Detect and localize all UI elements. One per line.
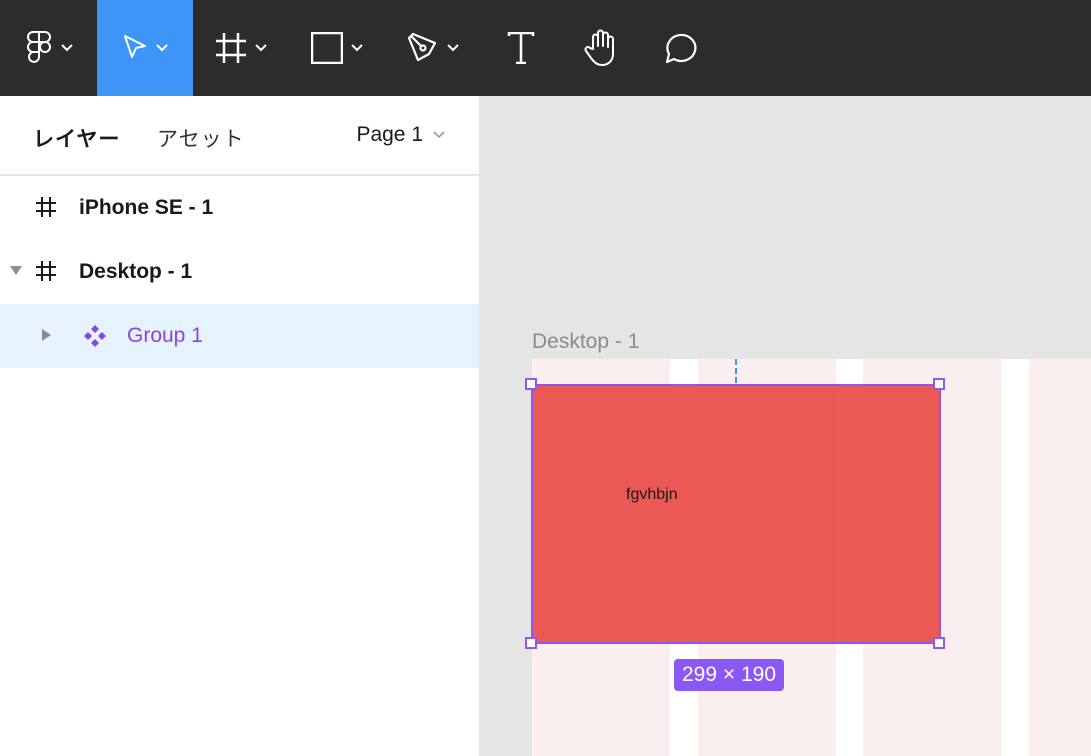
layer-row-iphone-se[interactable]: iPhone SE - 1 xyxy=(0,176,479,240)
move-cursor-icon xyxy=(124,35,146,58)
layer-name: iPhone SE - 1 xyxy=(79,196,214,219)
rectangle-tool-button[interactable] xyxy=(289,0,385,96)
layout-grid-column xyxy=(1029,359,1091,756)
hand-icon xyxy=(584,29,614,66)
comment-tool-button[interactable] xyxy=(641,0,721,96)
tab-assets[interactable]: アセット xyxy=(157,123,245,153)
caret-right-icon[interactable] xyxy=(42,329,51,341)
layers-panel: レイヤー アセット Page 1 iPhone SE - 1 Desktop -… xyxy=(0,96,479,756)
toolbar xyxy=(0,0,1091,96)
size-badge: 299 × 190 xyxy=(674,659,785,691)
text-icon xyxy=(507,32,535,64)
frame-label[interactable]: Desktop - 1 xyxy=(532,330,639,354)
layer-row-group[interactable]: Group 1 xyxy=(0,304,479,368)
comment-icon xyxy=(665,33,697,64)
chevron-down-icon xyxy=(351,44,363,52)
text-tool-button[interactable] xyxy=(481,0,561,96)
component-icon xyxy=(84,325,106,347)
caret-down-icon[interactable] xyxy=(10,266,22,275)
canvas[interactable]: Desktop - 1 fgvhbjn 299 × 190 xyxy=(479,96,1091,756)
resize-handle-bottom-right[interactable] xyxy=(933,637,945,649)
rectangle-text[interactable]: fgvhbjn xyxy=(626,486,678,504)
pen-icon xyxy=(407,32,437,62)
chevron-down-icon xyxy=(255,44,267,52)
resize-handle-bottom-left[interactable] xyxy=(525,637,537,649)
spacing-guide xyxy=(735,359,737,383)
resize-handle-top-left[interactable] xyxy=(525,378,537,390)
chevron-down-icon xyxy=(433,131,445,139)
page-name: Page 1 xyxy=(356,123,423,146)
selected-rectangle[interactable]: fgvhbjn xyxy=(531,384,941,644)
chevron-down-icon xyxy=(60,44,73,52)
frame-tool-button[interactable] xyxy=(193,0,289,96)
hand-tool-button[interactable] xyxy=(561,0,641,96)
resize-handle-top-right[interactable] xyxy=(933,378,945,390)
layer-row-desktop[interactable]: Desktop - 1 xyxy=(0,240,479,304)
move-tool-button[interactable] xyxy=(97,0,193,96)
figma-logo-icon xyxy=(26,31,51,63)
main-menu-button[interactable] xyxy=(0,0,97,96)
layer-name: Group 1 xyxy=(127,324,203,347)
tab-layers[interactable]: レイヤー xyxy=(33,123,120,153)
panel-tabs: レイヤー アセット Page 1 xyxy=(0,96,479,176)
page-selector[interactable]: Page 1 xyxy=(356,123,445,147)
rectangle-icon xyxy=(311,32,343,64)
chevron-down-icon xyxy=(156,44,168,52)
frame-icon xyxy=(216,33,246,63)
frame-icon xyxy=(36,261,56,281)
frame-icon xyxy=(36,197,56,217)
pen-tool-button[interactable] xyxy=(385,0,481,96)
chevron-down-icon xyxy=(447,44,459,52)
layer-name: Desktop - 1 xyxy=(79,260,193,283)
